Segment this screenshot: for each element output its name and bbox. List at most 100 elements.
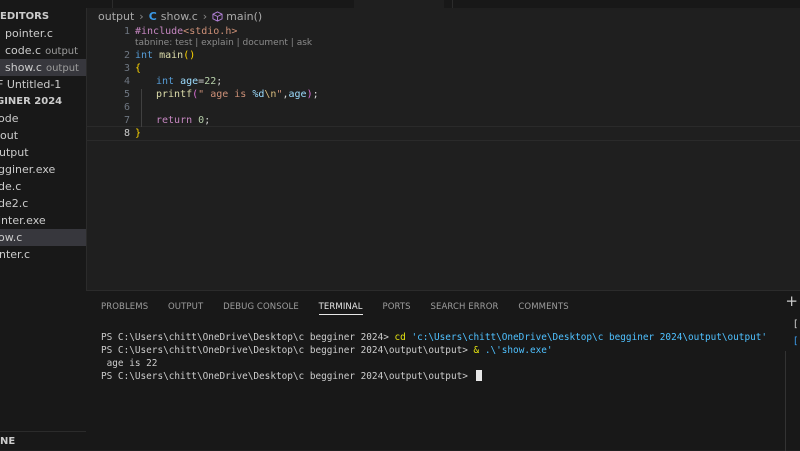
open-editor-description: output xyxy=(45,63,79,74)
token-semicolon: ; xyxy=(204,115,211,126)
tree-item-label: nter.c xyxy=(0,248,31,261)
terminal-program-output: age is 22 xyxy=(101,358,158,369)
tree-item[interactable]: gginer.exe xyxy=(0,161,86,178)
token-paren: () xyxy=(183,50,196,61)
token-number: 22 xyxy=(204,76,217,87)
tab-terminal[interactable]: TERMINAL xyxy=(318,300,363,315)
token-keyword: return xyxy=(156,115,193,126)
tree-item-label: de.c xyxy=(0,180,22,193)
code-text: { xyxy=(135,62,141,75)
line-number: 5 xyxy=(123,89,130,100)
code-line: 5 printf(" age is %d\n",age); xyxy=(86,88,800,101)
explorer-sidebar: EDITORS pointer.c code.c output show.c out… xyxy=(0,0,87,450)
tab-output[interactable]: OUTPUT xyxy=(168,300,203,314)
token-directive: #include xyxy=(135,26,184,37)
tab-ports[interactable]: PORTS xyxy=(382,300,410,314)
tree-item-selected[interactable]: ow.c xyxy=(0,229,86,246)
folder-header[interactable]: GINER 2024 xyxy=(0,93,86,110)
terminal-split-divider xyxy=(785,351,786,451)
open-editor-label: Untitled-1 xyxy=(6,78,62,91)
tree-item[interactable]: ode xyxy=(0,110,86,127)
terminal-line: PS C:\Users\chitt\OneDrive\Desktop\c beg… xyxy=(101,331,770,344)
terminal-line: age is 22 xyxy=(101,357,770,370)
token-function: printf xyxy=(156,89,193,100)
tab-comments[interactable]: COMMENTS xyxy=(518,300,568,314)
open-editors-title: EDITORS xyxy=(0,11,50,22)
token-semicolon: ; xyxy=(312,89,319,100)
tab-search-error[interactable]: SEARCH ERROR xyxy=(430,300,498,314)
terminal-prompt: PS C:\Users\chitt\OneDrive\Desktop\c beg… xyxy=(101,371,474,382)
open-editor-show-c[interactable]: show.c output xyxy=(0,59,86,76)
open-editor-code-c[interactable]: code.c output xyxy=(0,42,86,59)
breadcrumb-folder[interactable]: output xyxy=(98,10,134,23)
code-line: 3 { xyxy=(86,62,800,75)
token-semicolon: ; xyxy=(216,76,223,87)
tab-problems[interactable]: PROBLEMS xyxy=(101,300,148,314)
tab-active[interactable] xyxy=(354,0,444,8)
terminal-argument: 'c:\Users\chitt\OneDrive\Desktop\c beggi… xyxy=(405,332,768,343)
chevron-right-icon: › xyxy=(202,10,208,23)
terminal-cursor xyxy=(475,370,482,381)
code-text: printf(" age is %d\n",age); xyxy=(156,88,319,101)
tree-item[interactable]: out xyxy=(0,127,86,144)
tree-item[interactable]: utput xyxy=(0,144,86,161)
breadcrumb-file[interactable]: show.c xyxy=(161,10,198,23)
token-variable: age xyxy=(288,89,307,100)
line-number: 3 xyxy=(123,63,130,74)
chevron-right-icon: › xyxy=(139,10,144,23)
tab-separator xyxy=(112,0,113,8)
token-brace: { xyxy=(135,63,142,74)
folder-title: GINER 2024 xyxy=(0,96,63,107)
tree-item[interactable]: inter.exe xyxy=(0,212,86,229)
tree-item[interactable]: nter.c xyxy=(0,246,86,263)
code-line-current: 8 } xyxy=(86,126,800,141)
open-editor-label: show.c xyxy=(5,61,42,74)
code-line: 2 int main() xyxy=(86,49,800,62)
code-line: 6 xyxy=(86,101,800,114)
line-number: 4 xyxy=(123,76,130,87)
line-number: 8 xyxy=(123,128,130,139)
tree-item-label: ow.c xyxy=(0,231,23,244)
tree-item-label: out xyxy=(0,129,19,142)
token-escape: \n xyxy=(264,89,277,100)
token-variable: age xyxy=(180,76,199,87)
open-editor-description: output xyxy=(45,46,79,57)
outline-header[interactable]: NE xyxy=(0,431,86,450)
code-line: 1 #include<stdio.h> xyxy=(86,25,800,38)
terminal-line: PS C:\Users\chitt\OneDrive\Desktop\c beg… xyxy=(101,344,770,357)
tree-item-label: gginer.exe xyxy=(0,163,56,176)
open-editors-header[interactable]: EDITORS xyxy=(0,8,86,25)
token-brace: } xyxy=(135,128,142,139)
editor-tab-strip xyxy=(86,0,800,8)
breadcrumb-symbol[interactable]: main() xyxy=(226,10,262,23)
terminal-output[interactable]: PS C:\Users\chitt\OneDrive\Desktop\c beg… xyxy=(101,331,770,383)
token-function: main xyxy=(159,50,184,61)
code-text: int main() xyxy=(135,49,195,62)
token-header: <stdio.h> xyxy=(183,26,238,37)
tree-item-label: utput xyxy=(0,146,29,159)
token-type: int xyxy=(156,76,175,87)
line-number: 1 xyxy=(123,26,130,37)
terminal-list-icon[interactable]: [ xyxy=(794,319,800,331)
new-terminal-plus-icon[interactable]: + xyxy=(785,294,798,309)
tab-separator xyxy=(452,0,453,8)
open-editor-untitled-1[interactable]: F Untitled-1 xyxy=(0,76,86,93)
tree-item-label: ode xyxy=(0,112,19,125)
code-text: #include<stdio.h> xyxy=(135,25,237,38)
code-line: 4 int age=22; xyxy=(86,75,800,88)
c-file-icon: C xyxy=(148,10,157,23)
tree-item-label: inter.exe xyxy=(0,214,46,227)
open-editor-label: code.c xyxy=(5,44,42,57)
tree-item[interactable]: de2.c xyxy=(0,195,86,212)
indent-guide xyxy=(141,89,142,127)
token-string: " age is xyxy=(198,89,253,100)
outline-title: NE xyxy=(0,436,16,447)
tabnine-codelens[interactable]: tabnine: test | explain | document | ask xyxy=(135,38,312,48)
terminal-list-active-icon[interactable]: [ xyxy=(794,336,800,348)
terminal-line: PS C:\Users\chitt\OneDrive\Desktop\c beg… xyxy=(101,370,770,383)
tab-debug-console[interactable]: DEBUG CONSOLE xyxy=(223,300,299,314)
code-text: } xyxy=(135,127,141,140)
terminal-prompt: PS C:\Users\chitt\OneDrive\Desktop\c beg… xyxy=(101,332,395,343)
open-editor-pointer-c[interactable]: pointer.c xyxy=(0,25,86,42)
tree-item[interactable]: de.c xyxy=(0,178,86,195)
